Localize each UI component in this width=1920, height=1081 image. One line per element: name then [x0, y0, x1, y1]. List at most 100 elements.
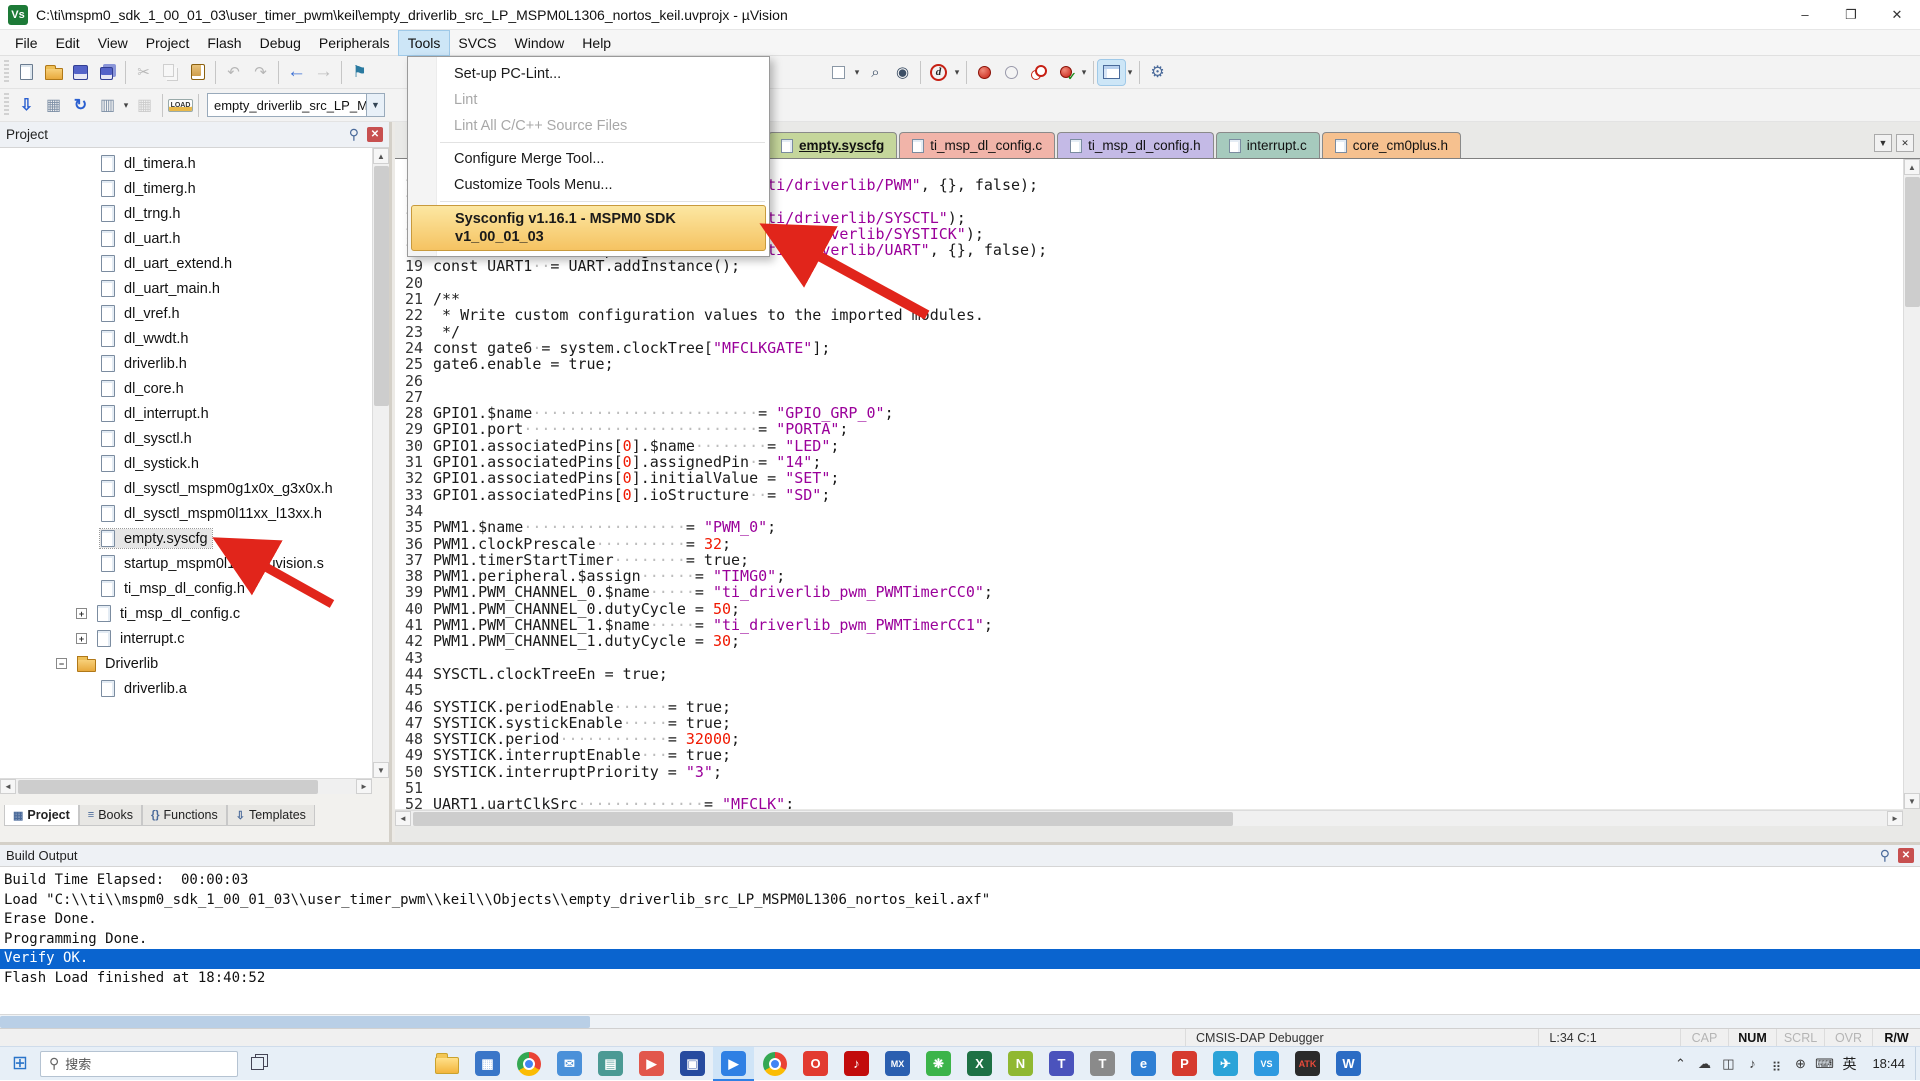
tree-item-dl-interrupt-h[interactable]: dl_interrupt.h	[0, 401, 372, 426]
tab-list-dropdown-icon[interactable]: ▼	[1874, 134, 1892, 152]
build-output-scrollbar[interactable]	[0, 1014, 1920, 1028]
configure-target-button[interactable]: ⚙	[1144, 60, 1171, 85]
search-input[interactable]: ⚲ 搜索	[40, 1051, 238, 1077]
tree-item-ti-msp-dl-config-c[interactable]: +ti_msp_dl_config.c	[0, 601, 372, 626]
tree-horizontal-scrollbar[interactable]: ◄ ►	[0, 778, 372, 794]
volume-icon[interactable]: ♪	[1740, 1047, 1764, 1080]
netease-music-icon[interactable]: ♪	[836, 1047, 877, 1081]
flash-download-button[interactable]: LOAD	[167, 93, 194, 118]
expand-icon[interactable]: +	[76, 633, 87, 644]
chevron-down-icon[interactable]: ▾	[852, 67, 862, 78]
tree-item-dl-uart-extend-h[interactable]: dl_uart_extend.h	[0, 251, 372, 276]
menu-svcs[interactable]: SVCS	[449, 31, 505, 55]
ime-icon[interactable]: ⊕	[1788, 1047, 1812, 1080]
toolbar-grip[interactable]	[4, 60, 9, 84]
menu-flash[interactable]: Flash	[198, 31, 250, 55]
teams-icon[interactable]: T	[1041, 1047, 1082, 1081]
tab-books[interactable]: ≡Books	[79, 805, 142, 826]
menu-help[interactable]: Help	[573, 31, 620, 55]
translate-button[interactable]: ⇩	[13, 93, 40, 118]
enable-breakpoints-button[interactable]	[1052, 60, 1079, 85]
save-button[interactable]	[67, 60, 94, 85]
tree-item-dl-timerg-h[interactable]: dl_timerg.h	[0, 176, 372, 201]
tree-vertical-scrollbar[interactable]: ▲ ▼	[372, 148, 389, 778]
scroll-left-icon[interactable]: ◄	[0, 779, 16, 794]
debug-windows-button[interactable]	[1098, 60, 1125, 85]
tree-item-dl-systick-h[interactable]: dl_systick.h	[0, 451, 372, 476]
collapse-icon[interactable]: −	[56, 658, 67, 669]
tab-templates[interactable]: ⇩Templates	[227, 805, 315, 826]
find-button[interactable]: ◉	[889, 60, 916, 85]
editor-tab-interrupt-c[interactable]: interrupt.c	[1216, 132, 1320, 158]
scrollbar-thumb[interactable]	[0, 1016, 590, 1028]
onedrive-cloud-icon[interactable]: ☁	[1692, 1047, 1716, 1080]
options-checkbox-button[interactable]	[825, 60, 852, 85]
navigate-back-button[interactable]: ←	[283, 60, 310, 85]
toolbar-grip[interactable]	[4, 93, 9, 117]
tree-item-dl-timera-h[interactable]: dl_timera.h	[0, 151, 372, 176]
menu-file[interactable]: File	[6, 31, 47, 55]
tree-item-empty-syscfg[interactable]: empty.syscfg	[0, 526, 372, 551]
menu-edit[interactable]: Edit	[47, 31, 89, 55]
close-button[interactable]: ✕	[1874, 0, 1920, 29]
tree-item-dl-sysctl-h[interactable]: dl_sysctl.h	[0, 426, 372, 451]
atk-icon[interactable]: ATK	[1287, 1047, 1328, 1081]
scroll-down-icon[interactable]: ▼	[373, 762, 389, 778]
chevron-down-icon[interactable]: ▾	[952, 67, 962, 78]
new-file-button[interactable]	[13, 60, 40, 85]
save-all-button[interactable]	[94, 60, 121, 85]
start-button[interactable]: ⊞	[0, 1047, 40, 1080]
tree-item-interrupt-c[interactable]: +interrupt.c	[0, 626, 372, 651]
pin-icon[interactable]: ⚲	[349, 126, 359, 143]
chrome-icon[interactable]	[508, 1047, 549, 1081]
edge-icon[interactable]: e	[1123, 1047, 1164, 1081]
pin-icon[interactable]: ⚲	[1880, 847, 1890, 864]
expand-icon[interactable]: +	[76, 608, 87, 619]
editor-vertical-scrollbar[interactable]: ▲ ▼	[1903, 159, 1920, 809]
scrollbar-thumb[interactable]	[374, 166, 389, 406]
tree-item-dl-core-h[interactable]: dl_core.h	[0, 376, 372, 401]
wechat-icon[interactable]: ❋	[918, 1047, 959, 1081]
close-panel-icon[interactable]: ✕	[367, 127, 383, 142]
scroll-right-icon[interactable]: ►	[356, 779, 372, 794]
opera-icon[interactable]: O	[795, 1047, 836, 1081]
show-desktop-button[interactable]	[1915, 1047, 1920, 1080]
chevron-down-icon[interactable]: ▾	[1125, 67, 1135, 78]
chevron-down-icon[interactable]: ▾	[121, 100, 131, 111]
close-panel-icon[interactable]: ✕	[1898, 848, 1914, 863]
insert-breakpoint-button[interactable]	[971, 60, 998, 85]
t-app-icon[interactable]: T	[1082, 1047, 1123, 1081]
project-tree[interactable]: dl_timera.hdl_timerg.hdl_trng.hdl_uart.h…	[0, 148, 372, 778]
hidden-icons-chevron[interactable]: ⌃	[1668, 1047, 1692, 1080]
wps-word-icon[interactable]: W	[1328, 1047, 1369, 1081]
menu-debug[interactable]: Debug	[251, 31, 310, 55]
menu-project[interactable]: Project	[137, 31, 199, 55]
tree-item-dl-sysctl-mspm0l11xx-l13xx-h[interactable]: dl_sysctl_mspm0l11xx_l13xx.h	[0, 501, 372, 526]
open-file-button[interactable]	[40, 60, 67, 85]
menu-item-configure-merge-tool[interactable]: Configure Merge Tool...	[408, 146, 769, 172]
task-view-button[interactable]	[238, 1047, 276, 1080]
tree-item-startup-mspm0l1306-uvision-s[interactable]: startup_mspm0l1306_uvision.s	[0, 551, 372, 576]
find-in-files-button[interactable]: ⌕	[862, 60, 889, 85]
chevron-down-icon[interactable]: ▾	[1079, 67, 1089, 78]
scrollbar-thumb[interactable]	[18, 780, 318, 794]
tree-item-driverlib-h[interactable]: driverlib.h	[0, 351, 372, 376]
build-button[interactable]: ▦	[40, 93, 67, 118]
tree-item-dl-wwdt-h[interactable]: dl_wwdt.h	[0, 326, 372, 351]
tab-close-icon[interactable]: ✕	[1896, 134, 1914, 152]
disable-breakpoint-button[interactable]	[998, 60, 1025, 85]
tree-item-ti-msp-dl-config-h[interactable]: ti_msp_dl_config.h	[0, 576, 372, 601]
telegram-icon[interactable]: ✈	[1205, 1047, 1246, 1081]
scroll-down-icon[interactable]: ▼	[1904, 793, 1920, 809]
scroll-left-icon[interactable]: ◄	[395, 811, 411, 826]
vscode-icon[interactable]: VS	[1246, 1047, 1287, 1081]
tab-functions[interactable]: {}Functions	[142, 805, 227, 826]
menu-window[interactable]: Window	[506, 31, 574, 55]
tree-item-dl-uart-h[interactable]: dl_uart.h	[0, 226, 372, 251]
editor-tab-empty-syscfg[interactable]: empty.syscfg	[768, 132, 897, 158]
kill-all-breakpoints-button[interactable]	[1025, 60, 1052, 85]
app-grid-icon[interactable]: ▦	[467, 1047, 508, 1081]
rebuild-all-button[interactable]: ↻	[67, 93, 94, 118]
batch-build-button[interactable]: ▥	[94, 93, 121, 118]
network-icon[interactable]: ⣶	[1764, 1047, 1788, 1080]
